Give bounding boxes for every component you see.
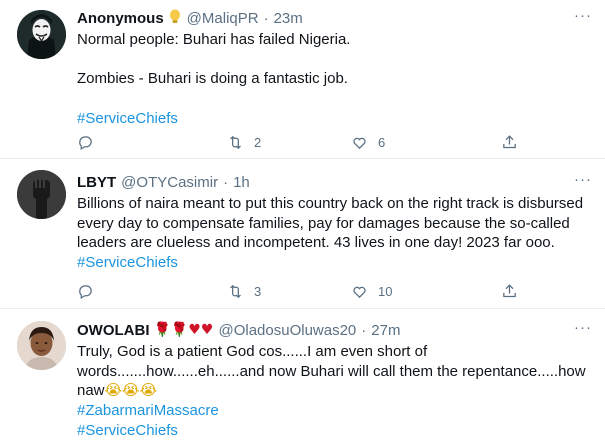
hashtag-link[interactable]: #ZabarmariMassacre xyxy=(77,401,587,421)
like-count: 6 xyxy=(378,134,386,150)
like-button[interactable]: 6 xyxy=(351,132,385,152)
separator-dot: · xyxy=(263,9,269,27)
like-button[interactable]: 10 xyxy=(351,281,392,301)
timestamp[interactable]: 23m xyxy=(274,10,303,27)
user-handle[interactable]: @MaliqPR xyxy=(187,10,259,27)
display-name[interactable]: Anonymous xyxy=(77,10,164,27)
avatar[interactable] xyxy=(17,10,66,59)
display-name[interactable]: OWOLABI xyxy=(77,322,150,339)
tweet-text-content: Billions of naira meant to put this coun… xyxy=(77,195,584,252)
name-emojis: 🌹🌹♥♥ xyxy=(153,322,214,338)
timestamp[interactable]: 27m xyxy=(371,322,400,339)
more-options-icon[interactable]: ··· xyxy=(573,320,593,342)
avatar[interactable] xyxy=(17,321,66,370)
tweet-header: Anonymous @MaliqPR · 23m xyxy=(77,8,565,28)
anonymous-mask-icon xyxy=(17,10,66,59)
share-button[interactable] xyxy=(501,281,518,301)
like-count: 10 xyxy=(378,283,393,299)
reply-icon xyxy=(79,135,92,150)
timestamp[interactable]: 1h xyxy=(233,174,250,191)
retweet-button[interactable]: 2 xyxy=(227,132,261,152)
heart-icon xyxy=(353,137,366,149)
crying-emojis: 😭😭😭 xyxy=(104,381,158,400)
more-options-icon[interactable]: ··· xyxy=(573,172,593,194)
tweet-text: Truly, God is a patient God cos......I a… xyxy=(77,342,587,441)
tweet-card[interactable]: OWOLABI 🌹🌹♥♥ @OladosuOluwas20 · 27m ··· … xyxy=(0,309,605,442)
tweet-card[interactable]: LBYT @OTYCasimir · 1h ··· Billions of na… xyxy=(0,159,605,309)
heart-icon xyxy=(353,286,366,298)
tweet-text-line: Zombies - Buhari is doing a fantastic jo… xyxy=(77,70,348,88)
lightbulb-icon xyxy=(168,9,182,28)
display-name[interactable]: LBYT xyxy=(77,174,116,191)
tweet-feed: Anonymous @MaliqPR · 23m ··· Normal peop… xyxy=(0,0,605,442)
retweet-icon xyxy=(230,284,241,298)
tweet-text-line: Normal people: Buhari has failed Nigeria… xyxy=(77,31,351,48)
hashtag-link[interactable]: #ServiceChiefs xyxy=(77,109,587,129)
separator-dot: · xyxy=(361,321,367,339)
reply-icon xyxy=(79,284,92,299)
retweet-icon xyxy=(230,135,241,149)
reply-button[interactable] xyxy=(77,132,94,152)
tweet-header: LBYT @OTYCasimir · 1h xyxy=(77,172,565,192)
user-handle[interactable]: @OTYCasimir xyxy=(121,174,218,191)
retweet-count: 2 xyxy=(254,134,262,150)
avatar[interactable] xyxy=(17,170,66,219)
reply-button[interactable] xyxy=(77,281,94,301)
raised-fist-icon xyxy=(17,170,66,219)
user-photo-icon xyxy=(17,321,66,370)
tweet-card[interactable]: Anonymous @MaliqPR · 23m ··· Normal peop… xyxy=(0,0,605,159)
tweet-header: OWOLABI 🌹🌹♥♥ @OladosuOluwas20 · 27m xyxy=(77,320,565,340)
user-handle[interactable]: @OladosuOluwas20 xyxy=(218,322,356,339)
hashtag-link[interactable]: #ServiceChiefs xyxy=(77,421,587,441)
tweet-text: Billions of naira meant to put this coun… xyxy=(77,194,587,273)
hashtag-link[interactable]: #ServiceChiefs xyxy=(77,254,178,271)
retweet-count: 3 xyxy=(254,283,262,299)
separator-dot: · xyxy=(223,173,229,191)
more-options-icon[interactable]: ··· xyxy=(573,8,593,30)
tweet-text: Normal people: Buhari has failed Nigeria… xyxy=(77,30,587,128)
retweet-button[interactable]: 3 xyxy=(227,281,261,301)
share-button[interactable] xyxy=(501,132,518,152)
share-icon xyxy=(503,134,516,148)
share-icon xyxy=(503,283,516,297)
